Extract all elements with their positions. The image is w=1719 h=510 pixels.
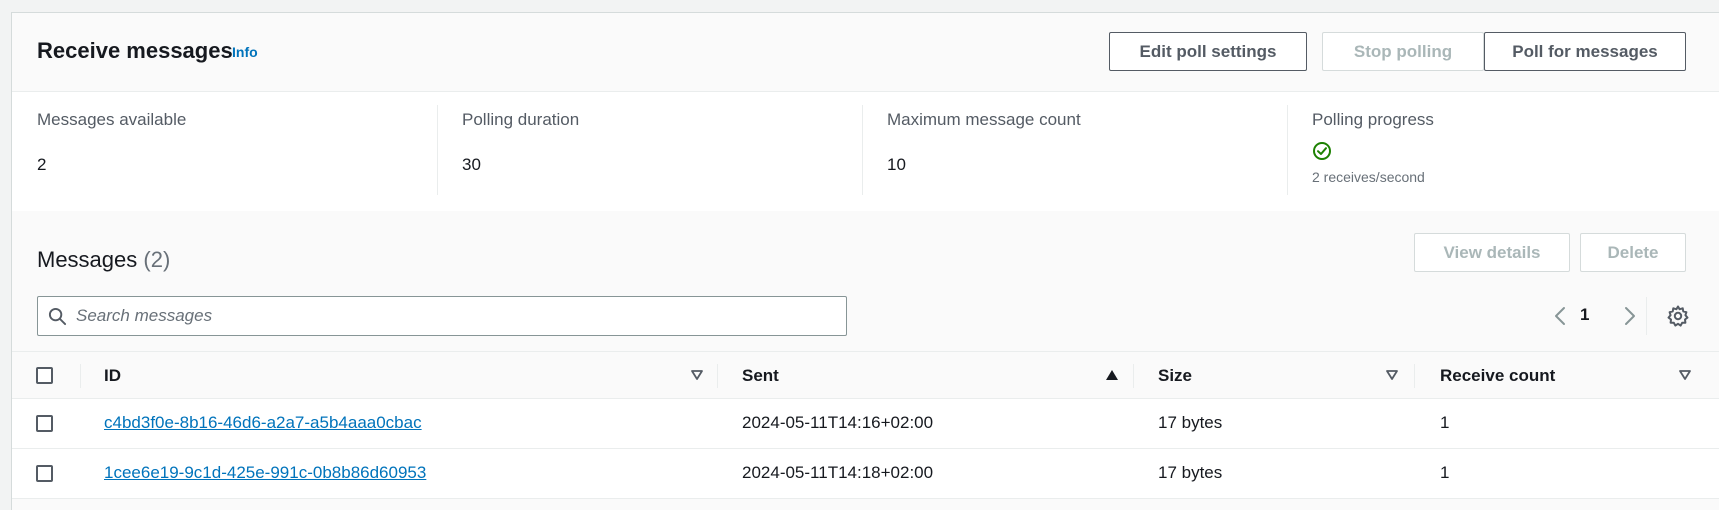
column-divider: [1133, 364, 1134, 388]
messages-count: (2): [143, 247, 171, 272]
table-header: ID Sent Size Receive count: [12, 351, 1719, 399]
table-row[interactable]: c4bd3f0e-8b16-46d6-a2a7-a5b4aaa0cbac 202…: [12, 399, 1719, 449]
search-icon: [48, 307, 67, 326]
stat-label: Messages available: [37, 110, 187, 129]
stat-polling-progress: Polling progress 2 receives/second: [1287, 93, 1717, 211]
stat-label: Polling duration: [462, 110, 580, 129]
column-divider: [1414, 364, 1415, 388]
current-page-number[interactable]: 1: [1580, 305, 1589, 325]
view-details-button[interactable]: View details: [1414, 233, 1570, 272]
search-box: [37, 296, 847, 336]
divider: [862, 105, 863, 195]
check-circle-icon: [1313, 142, 1331, 160]
column-divider: [80, 364, 81, 388]
message-size: 17 bytes: [1158, 413, 1223, 432]
stat-value: 2: [37, 155, 47, 174]
message-id-link[interactable]: c4bd3f0e-8b16-46d6-a2a7-a5b4aaa0cbac: [104, 413, 422, 433]
stat-messages-available: Messages available 2: [12, 93, 437, 211]
row-checkbox[interactable]: [36, 465, 53, 482]
poll-for-messages-button[interactable]: Poll for messages: [1484, 32, 1686, 71]
messages-heading: Messages (2): [37, 247, 170, 273]
messages-section: Messages (2) View details Delete 1: [12, 211, 1719, 510]
column-header-receive-count[interactable]: Receive count: [1440, 366, 1555, 386]
panel-header: Receive messages Info Edit poll settings…: [12, 13, 1719, 92]
gear-icon[interactable]: [1666, 304, 1690, 328]
sort-up-icon[interactable]: [1105, 369, 1119, 381]
select-all-checkbox[interactable]: [36, 367, 53, 384]
chevron-right-icon[interactable]: [1617, 299, 1643, 333]
stat-maximum-message-count: Maximum message count 10: [862, 93, 1287, 211]
row-checkbox[interactable]: [36, 415, 53, 432]
stop-polling-button[interactable]: Stop polling: [1322, 32, 1484, 71]
message-sent: 2024-05-11T14:18+02:00: [742, 463, 934, 482]
polling-rate: 2 receives/second: [1312, 169, 1425, 185]
column-header-id[interactable]: ID: [104, 366, 121, 386]
stat-label: Maximum message count: [887, 110, 1081, 129]
divider: [1287, 105, 1288, 195]
info-link[interactable]: Info: [232, 44, 258, 60]
edit-poll-settings-button[interactable]: Edit poll settings: [1109, 32, 1307, 71]
column-header-size[interactable]: Size: [1158, 366, 1192, 386]
search-input[interactable]: [76, 297, 836, 335]
page-title: Receive messages: [37, 38, 233, 63]
stat-value: 10: [887, 155, 906, 174]
messages-title: Messages: [37, 247, 138, 272]
sort-down-icon[interactable]: [1678, 369, 1692, 381]
sort-down-icon[interactable]: [690, 369, 704, 381]
delete-button[interactable]: Delete: [1580, 233, 1686, 272]
stat-label: Polling progress: [1312, 110, 1434, 129]
stat-polling-duration: Polling duration 30: [437, 93, 862, 211]
column-divider: [717, 364, 718, 388]
message-size: 17 bytes: [1158, 463, 1223, 482]
sort-down-icon[interactable]: [1385, 369, 1399, 381]
polling-stats: Messages available 2 Polling duration 30…: [12, 93, 1719, 211]
message-receive-count: 1: [1440, 413, 1450, 432]
stat-value: 30: [462, 155, 481, 174]
message-sent: 2024-05-11T14:16+02:00: [742, 413, 934, 432]
table-row[interactable]: 1cee6e19-9c1d-425e-991c-0b8b86d60953 202…: [12, 449, 1719, 499]
message-receive-count: 1: [1440, 463, 1450, 482]
column-header-sent[interactable]: Sent: [742, 366, 779, 386]
receive-messages-panel: Receive messages Info Edit poll settings…: [11, 12, 1719, 510]
chevron-left-icon[interactable]: [1547, 299, 1573, 333]
divider: [437, 105, 438, 195]
divider: [1646, 297, 1647, 335]
message-id-link[interactable]: 1cee6e19-9c1d-425e-991c-0b8b86d60953: [104, 463, 426, 483]
